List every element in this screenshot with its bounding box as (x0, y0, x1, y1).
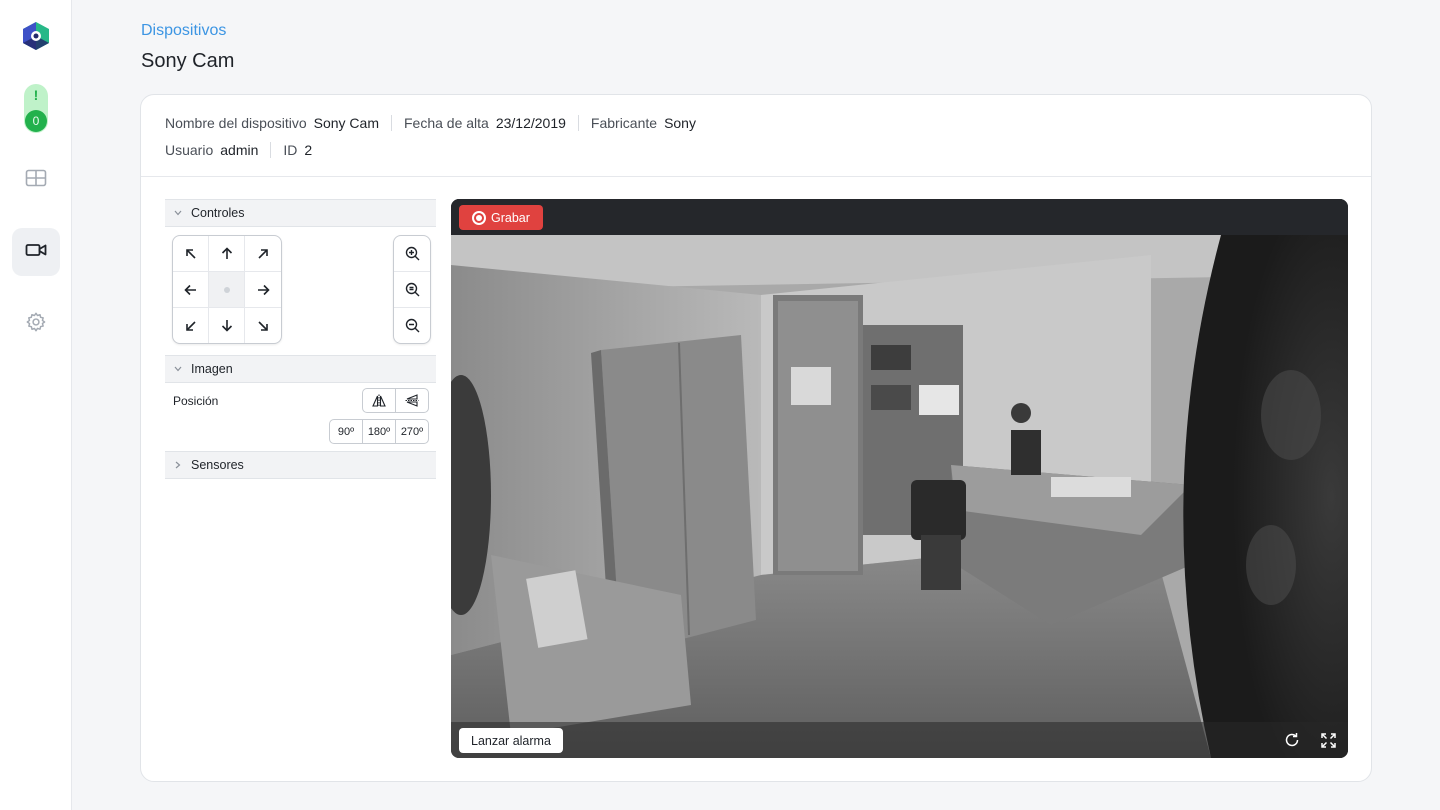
dashboard-icon (25, 169, 47, 192)
flip-buttons (362, 388, 429, 413)
device-name-field: Nombre del dispositivo Sony Cam (165, 115, 391, 131)
record-button[interactable]: Grabar (459, 205, 543, 230)
chevron-down-icon (165, 210, 191, 216)
device-user-label: Usuario (165, 142, 214, 158)
device-date-label: Fecha de alta (403, 115, 489, 131)
section-controls-title: Controles (191, 206, 245, 220)
nav-cameras[interactable] (12, 228, 60, 276)
camera-icon (25, 242, 47, 263)
pan-down-button[interactable] (209, 308, 245, 343)
pan-up-button[interactable] (209, 236, 245, 272)
alert-count: 0 (25, 110, 47, 132)
rotation-buttons: 90º 180º 270º (329, 419, 429, 444)
section-controls-header[interactable]: Controles (165, 199, 436, 227)
device-id-field: ID 2 (270, 142, 324, 158)
device-id-label: ID (283, 142, 298, 158)
record-icon (472, 210, 486, 225)
pan-down-right-button[interactable] (245, 308, 281, 343)
device-info: Nombre del dispositivo Sony Cam Fecha de… (165, 112, 708, 166)
video-bottom-bar: Lanzar alarma (451, 722, 1348, 758)
arrow-down-right-icon (258, 320, 268, 331)
zoom-out-button[interactable] (394, 308, 430, 343)
zoom-in-button[interactable] (394, 236, 430, 272)
chevron-down-icon (165, 366, 191, 372)
flip-horizontal-icon (372, 394, 386, 407)
video-toolbar: Grabar (451, 199, 1348, 235)
arrow-up-left-icon (185, 248, 196, 259)
control-panel: Controles Imagen Posición 90º 180º 270º … (165, 199, 436, 479)
video-player: Grabar Lanzar alarma (451, 199, 1348, 758)
image-body: Posición 90º 180º 270º (165, 383, 436, 451)
rotate-90-button[interactable]: 90º (330, 420, 363, 443)
device-id-value: 2 (304, 142, 313, 158)
arrow-up-icon (221, 247, 232, 259)
device-card: Nombre del dispositivo Sony Cam Fecha de… (140, 94, 1372, 782)
arrow-down-icon (221, 320, 232, 332)
flip-vertical-icon (405, 394, 419, 407)
page-title: Sony Cam (141, 50, 235, 72)
device-maker-field: Fabricante Sony (577, 115, 708, 131)
breadcrumb-devices[interactable]: Dispositivos (141, 22, 226, 40)
device-user-field: Usuario admin (165, 142, 270, 158)
rotate-270-button[interactable]: 270º (396, 420, 428, 443)
device-name-label: Nombre del dispositivo (165, 115, 307, 131)
sidebar: ! 0 (0, 0, 72, 810)
ptz-dpad (172, 235, 282, 344)
zoom-out-icon (405, 318, 419, 333)
nav-dashboard[interactable] (12, 156, 60, 204)
alerts-badge[interactable]: ! 0 (24, 84, 48, 133)
device-date-value: 23/12/2019 (495, 115, 566, 131)
arrow-down-left-icon (185, 320, 196, 331)
section-sensors-title: Sensores (191, 458, 244, 472)
flip-vertical-button[interactable] (396, 389, 428, 412)
arrow-left-icon (184, 284, 196, 295)
arrow-right-icon (257, 284, 270, 295)
controls-body (165, 227, 436, 355)
zoom-in-icon (405, 246, 419, 261)
refresh-icon[interactable] (1283, 731, 1301, 749)
pan-left-button[interactable] (173, 272, 209, 308)
pan-down-left-button[interactable] (173, 308, 209, 343)
device-maker-value: Sony (664, 115, 696, 131)
zoom-reset-icon (405, 282, 419, 297)
pan-up-left-button[interactable] (173, 236, 209, 272)
section-sensors-header[interactable]: Sensores (165, 451, 436, 479)
alert-symbol: ! (33, 87, 39, 103)
chevron-right-icon (165, 461, 191, 469)
home-dot-icon (223, 286, 230, 293)
record-label: Grabar (491, 210, 530, 225)
fullscreen-icon[interactable] (1319, 731, 1337, 749)
pan-right-button[interactable] (245, 272, 281, 308)
section-image-header[interactable]: Imagen (165, 355, 436, 383)
device-name-value: Sony Cam (313, 115, 379, 131)
device-date-field: Fecha de alta 23/12/2019 (390, 115, 578, 131)
device-user-value: admin (220, 142, 259, 158)
section-image-title: Imagen (191, 362, 233, 376)
zoom-reset-button[interactable] (394, 272, 430, 308)
pan-home-button[interactable] (209, 272, 245, 308)
pan-up-right-button[interactable] (245, 236, 281, 272)
arrow-up-right-icon (258, 248, 268, 259)
zoom-controls (393, 235, 431, 344)
divider (141, 176, 1371, 177)
rotate-180-button[interactable]: 180º (363, 420, 396, 443)
flip-horizontal-button[interactable] (363, 389, 396, 412)
nav-settings[interactable] (12, 300, 60, 348)
camera-feed-image[interactable] (451, 235, 1348, 758)
position-label: Posición (173, 394, 219, 408)
app-logo-icon[interactable] (21, 21, 51, 51)
trigger-alarm-button[interactable]: Lanzar alarma (459, 728, 563, 753)
settings-icon (25, 311, 47, 338)
device-maker-label: Fabricante (590, 115, 658, 131)
